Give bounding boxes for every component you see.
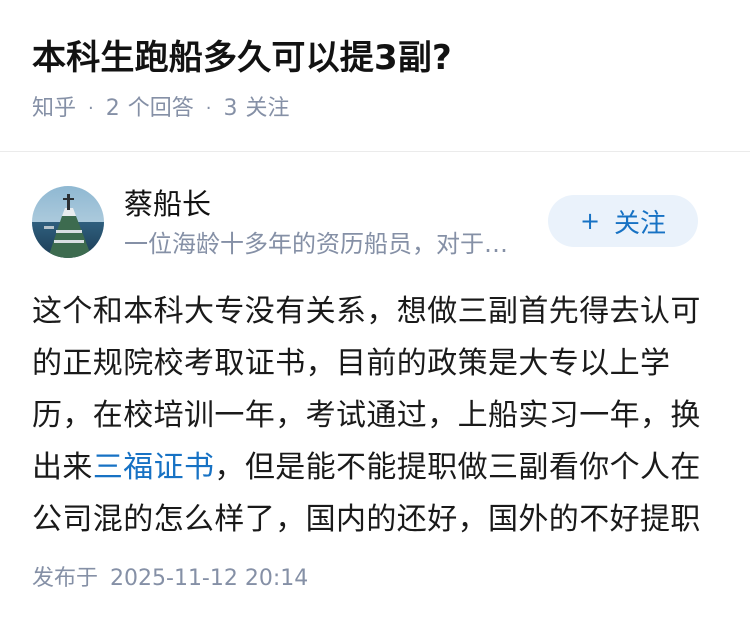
answer-text-segment: ，但是能不能提职做三副看你个人在: [214, 450, 701, 485]
answer-text-line: 公司混的怎么样了，国内的还好，国外的不好提职: [32, 502, 701, 537]
publish-label: 发布于: [32, 566, 99, 591]
answer-text-line: 历，在校培训一年，考试通过，上船实习一年，换: [32, 398, 701, 433]
answer-text-line: 出来三福证书，但是能不能提职做三副看你个人在: [32, 442, 718, 494]
meta-separator: ·: [88, 98, 94, 119]
question-meta: 知乎 · 2 个回答 · 3 关注: [32, 92, 290, 126]
question-header: 本科生跑船多久可以提3副? 知乎 · 2 个回答 · 3 关注: [0, 0, 750, 152]
answer-text-line: 这个和本科大专没有关系，想做三副首先得去认可: [32, 294, 701, 329]
question-page: 本科生跑船多久可以提3副? 知乎 · 2 个回答 · 3 关注 蔡船长 一位海龄…: [0, 0, 750, 630]
answer-count: 2: [105, 96, 120, 121]
answer-card: 蔡船长 一位海龄十多年的资历船员，对于… + 关注 这个和本科大专没有关系，想做…: [0, 152, 750, 630]
publish-info: 发布于 2025-11-12 20:14: [32, 564, 308, 594]
question-title[interactable]: 本科生跑船多久可以提3副?: [32, 36, 452, 80]
source-label[interactable]: 知乎: [32, 92, 76, 126]
answer-count-label[interactable]: 个回答: [128, 92, 194, 126]
follower-count: 3: [223, 96, 238, 121]
answer-text-line: 的正规院校考取证书，目前的政策是大专以上学: [32, 346, 671, 381]
follow-button[interactable]: + 关注: [548, 195, 698, 247]
author-name[interactable]: 蔡船长: [124, 186, 211, 222]
follower-count-label[interactable]: 关注: [246, 92, 290, 126]
follow-label: 关注: [614, 208, 667, 239]
answer-content: 这个和本科大专没有关系，想做三副首先得去认可 的正规院校考取证书，目前的政策是大…: [32, 286, 718, 546]
avatar[interactable]: [32, 186, 104, 258]
plus-icon: +: [579, 207, 601, 235]
keyword-link[interactable]: 三福证书: [93, 450, 215, 485]
author-bio: 一位海龄十多年的资历船员，对于…: [124, 230, 508, 258]
meta-separator: ·: [205, 98, 212, 119]
publish-time: 2025-11-12 20:14: [110, 566, 309, 591]
answer-text-segment: 出来: [32, 450, 93, 485]
